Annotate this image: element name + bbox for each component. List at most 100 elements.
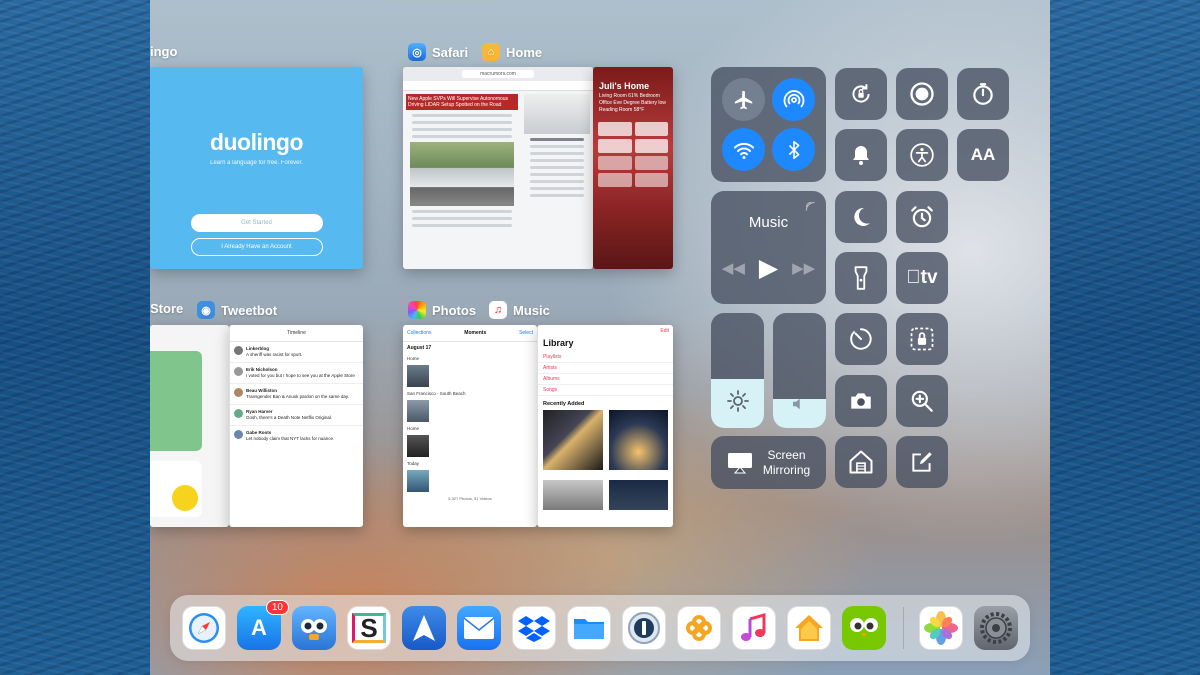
airplay-audio-icon[interactable] bbox=[804, 199, 818, 213]
airplane-mode-toggle[interactable] bbox=[722, 78, 765, 121]
rotation-lock-icon bbox=[852, 84, 870, 103]
alarm-button[interactable] bbox=[896, 191, 948, 243]
tweetbot-card[interactable]: Timeline Linkerblog A sheriff was racist … bbox=[229, 325, 363, 527]
music-card[interactable]: Edit Library Playlists Artists Albums So… bbox=[537, 325, 673, 527]
album-art[interactable] bbox=[543, 480, 603, 510]
photos-app-label[interactable]: Photos bbox=[408, 301, 476, 319]
edit-button[interactable]: Edit bbox=[538, 325, 673, 334]
dock-app-workflow[interactable] bbox=[677, 606, 721, 650]
home-accessory-tile[interactable] bbox=[598, 139, 632, 153]
fast-forward-icon[interactable]: ▶▶ bbox=[792, 259, 815, 277]
tweet-row[interactable]: Beau Williston Transgender Ban & Anusk pa… bbox=[230, 384, 363, 405]
app-store-feature-tile[interactable] bbox=[150, 351, 202, 451]
home-accessory-tile[interactable] bbox=[598, 156, 632, 170]
duolingo-app-label[interactable]: ingo bbox=[150, 44, 177, 59]
rotation-lock-button[interactable] bbox=[835, 68, 887, 120]
volume-slider[interactable] bbox=[773, 313, 826, 428]
dock-app-slack[interactable]: S bbox=[347, 606, 391, 650]
text-size-icon: AA bbox=[970, 145, 996, 164]
dock-app-music[interactable] bbox=[732, 606, 776, 650]
select-button[interactable]: Select bbox=[519, 330, 533, 336]
home-accessory-tile[interactable] bbox=[598, 173, 632, 187]
library-item-songs[interactable]: Songs bbox=[538, 385, 673, 396]
dock-app-mail[interactable] bbox=[457, 606, 501, 650]
home-controls-button[interactable] bbox=[835, 436, 887, 488]
dock-app-tweetbot[interactable] bbox=[292, 606, 336, 650]
photo-thumbnail[interactable] bbox=[407, 470, 429, 492]
airdrop-toggle[interactable] bbox=[772, 78, 815, 121]
collections-back-button[interactable]: Collections bbox=[407, 330, 431, 336]
tweet-row[interactable]: Linkerblog A sheriff was racist for sport… bbox=[230, 342, 363, 363]
screen-mirroring-button[interactable]: Screen Mirroring bbox=[711, 436, 826, 489]
tweet-row[interactable]: Gabe Roots Let nobody claim that NYT lack… bbox=[230, 426, 363, 446]
dock-app-app-store[interactable]: A 10 bbox=[237, 600, 289, 650]
flashlight-button[interactable] bbox=[835, 252, 887, 304]
photo-thumbnail[interactable] bbox=[407, 400, 429, 422]
dock-app-settings[interactable] bbox=[974, 606, 1018, 650]
app-store-feature-tile[interactable] bbox=[150, 461, 202, 517]
home-accessory-tile[interactable] bbox=[634, 139, 668, 153]
safari-address-bar[interactable]: macrumors.com bbox=[403, 67, 593, 81]
photos-card[interactable]: Collections Moments Select August 17 Hom… bbox=[403, 325, 537, 527]
speaker-icon bbox=[793, 398, 800, 410]
dock-app-files[interactable] bbox=[567, 606, 611, 650]
home-accessory-tile[interactable] bbox=[598, 122, 632, 136]
library-item-playlists[interactable]: Playlists bbox=[538, 352, 673, 363]
dock-app-spark[interactable] bbox=[402, 606, 446, 650]
home-accessory-tile[interactable] bbox=[634, 156, 668, 170]
timer-button[interactable] bbox=[957, 68, 1009, 120]
apple-tv-remote-button[interactable]: tv bbox=[896, 252, 948, 304]
tweet-row[interactable]: Erik Nicholson I voted for you but I hope… bbox=[230, 363, 363, 384]
album-art[interactable] bbox=[608, 480, 668, 510]
photo-thumbnail[interactable] bbox=[407, 435, 429, 457]
article-headline[interactable]: New Apple SVPs Will Supervise Autonomous… bbox=[406, 94, 518, 110]
safari-card[interactable]: macrumors.com New Apple SVPs Will Superv… bbox=[403, 67, 593, 269]
camera-button[interactable] bbox=[835, 375, 887, 427]
timer-countdown-button[interactable] bbox=[835, 313, 887, 365]
wifi-icon bbox=[733, 142, 754, 159]
album-art[interactable] bbox=[543, 410, 603, 470]
dock-app-duolingo[interactable] bbox=[842, 606, 886, 650]
text-size-button[interactable]: AA bbox=[957, 129, 1009, 181]
tweetbot-app-label[interactable]: ◉ Tweetbot bbox=[197, 301, 277, 319]
brightness-slider[interactable] bbox=[711, 313, 764, 428]
safari-app-label[interactable]: ◎ Safari bbox=[408, 43, 468, 61]
dock-app-home[interactable] bbox=[787, 606, 831, 650]
music-app-label[interactable]: ♫ Music bbox=[489, 301, 550, 319]
app-store-app-label[interactable]: Store bbox=[150, 301, 183, 316]
library-item-artists[interactable]: Artists bbox=[538, 363, 673, 374]
emoji-face-icon bbox=[172, 485, 198, 511]
photo-thumbnail[interactable] bbox=[407, 365, 429, 387]
library-item-albums[interactable]: Albums bbox=[538, 374, 673, 385]
home-card[interactable]: Juli's Home Living Room 61% Bedroom Offi… bbox=[593, 67, 673, 269]
mute-button[interactable] bbox=[835, 129, 887, 181]
dock-app-safari[interactable] bbox=[182, 606, 226, 650]
have-account-button[interactable]: I Already Have an Account bbox=[190, 238, 323, 256]
album-art[interactable] bbox=[608, 410, 668, 470]
get-started-button[interactable]: Get Started bbox=[190, 214, 323, 232]
home-accessory-tile[interactable] bbox=[634, 122, 668, 136]
wifi-toggle[interactable] bbox=[722, 128, 765, 171]
play-icon[interactable]: ▶ bbox=[759, 253, 778, 283]
magnifier-button[interactable] bbox=[896, 375, 948, 427]
music-playback-module[interactable]: Music ◀◀ ▶ ▶▶ bbox=[711, 191, 826, 304]
guided-access-button[interactable] bbox=[896, 313, 948, 365]
accessibility-button[interactable] bbox=[896, 129, 948, 181]
home-accessory-tile[interactable] bbox=[634, 173, 668, 187]
connectivity-module[interactable] bbox=[711, 67, 826, 182]
avatar bbox=[234, 346, 243, 355]
duolingo-card[interactable]: duolingo Learn a language for free. Fore… bbox=[150, 67, 363, 269]
dock-app-photos[interactable] bbox=[919, 606, 963, 650]
screen-record-button[interactable] bbox=[896, 68, 948, 120]
tweet-row[interactable]: Ryan Harver Gosh, there's a Death Note Ne… bbox=[230, 405, 363, 426]
app-store-card[interactable] bbox=[150, 325, 229, 527]
dock-app-dropbox[interactable] bbox=[512, 606, 556, 650]
stopwatch-icon bbox=[973, 83, 993, 105]
rewind-icon[interactable]: ◀◀ bbox=[722, 259, 745, 277]
home-app-label[interactable]: ⌂ Home bbox=[482, 43, 542, 61]
tweet-list: Linkerblog A sheriff was racist for sport… bbox=[230, 342, 363, 446]
dock-app-1password[interactable] bbox=[622, 606, 666, 650]
bluetooth-toggle[interactable] bbox=[772, 128, 815, 171]
notes-button[interactable] bbox=[896, 436, 948, 488]
do-not-disturb-button[interactable] bbox=[835, 191, 887, 243]
